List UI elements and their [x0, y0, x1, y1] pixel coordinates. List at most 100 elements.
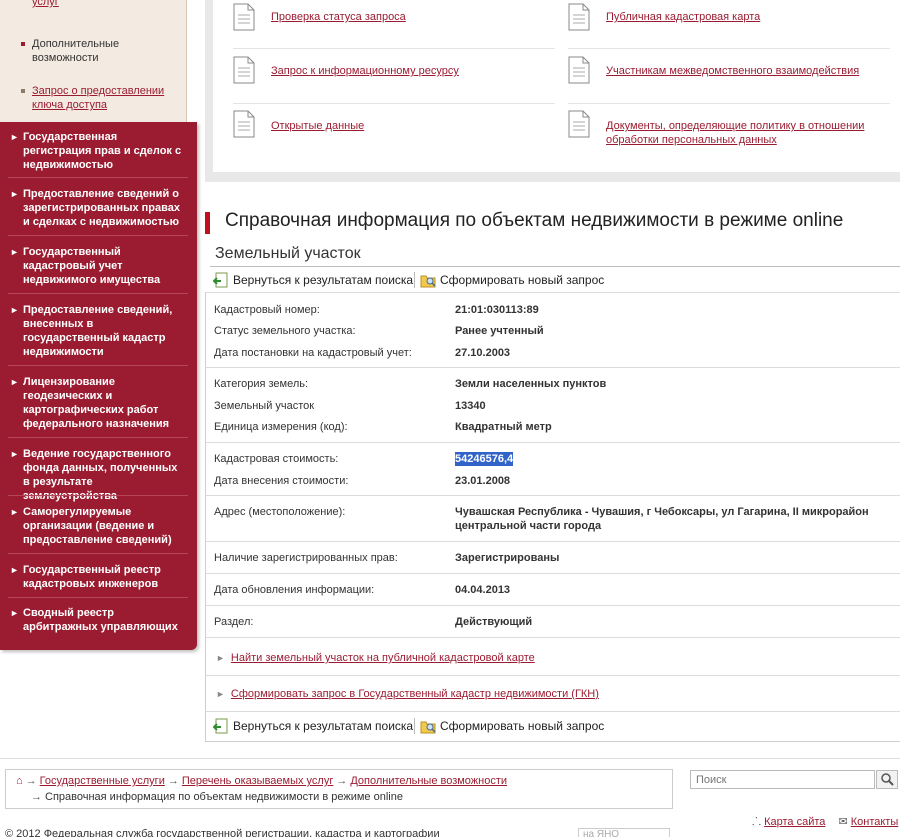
- breadcrumb-item-services-list[interactable]: Перечень оказываемых услуг: [182, 775, 334, 787]
- chevron-right-icon: ►: [10, 565, 19, 575]
- bullet-icon: [21, 89, 25, 93]
- sitemap-icon: ⸫: [752, 816, 762, 828]
- find-on-public-map-link[interactable]: ► Найти земельный участок на публичной ка…: [216, 652, 535, 664]
- breadcrumb-current: → Справочная информация по объектам недви…: [31, 791, 403, 803]
- sidebar-sub-item-additional[interactable]: Дополнительные возможности: [20, 37, 180, 65]
- sidebar-item-cadastral-registration[interactable]: ► Государственный кадастровый учет недви…: [0, 245, 187, 287]
- breadcrumb-trail: ⌂ → Государственные услуги → Перечень оказыв…: [16, 775, 507, 787]
- divider: [8, 437, 188, 438]
- search-folder-icon: [420, 275, 436, 288]
- chevron-right-icon: ►: [10, 449, 19, 459]
- new-request-button-bottom[interactable]: Сформировать новый запрос: [420, 717, 604, 735]
- chevron-right-icon: ►: [10, 189, 19, 199]
- sidebar-submenu: услуг Дополнительные возможности Запрос …: [0, 0, 187, 122]
- address-value: Чувашская Республика - Чувашия, г Чебокс…: [455, 506, 869, 532]
- arrow-right-icon: →: [336, 775, 348, 787]
- new-request-button[interactable]: Сформировать новый запрос: [420, 271, 604, 289]
- document-icon: [233, 56, 255, 84]
- cadastral-value-selected[interactable]: 54246576,4: [455, 452, 514, 466]
- back-arrow-icon: [213, 718, 228, 734]
- copyright: © 2012 Федеральная служба государственно…: [5, 828, 440, 837]
- chevron-right-icon: ►: [10, 132, 19, 142]
- divider: [568, 48, 890, 49]
- breadcrumb-item-additional[interactable]: Дополнительные возможности: [350, 775, 507, 787]
- search-button[interactable]: [876, 770, 898, 789]
- divider: [233, 48, 555, 49]
- object-type-title: Земельный участок: [215, 245, 361, 262]
- divider: [206, 675, 900, 676]
- divider: [414, 272, 415, 288]
- sidebar-sub-top-link[interactable]: услуг: [32, 0, 59, 8]
- chevron-right-icon: ►: [10, 247, 19, 257]
- sitemap-link[interactable]: Карта сайта: [764, 816, 825, 828]
- divider: [206, 442, 900, 443]
- chevron-right-icon: ►: [10, 507, 19, 517]
- divider: [206, 541, 900, 542]
- divider: [8, 177, 188, 178]
- divider: [568, 103, 890, 104]
- breadcrumb: ⌂ → Государственные услуги → Перечень оказыв…: [5, 769, 673, 809]
- left-sidebar: услуг Дополнительные возможности Запрос …: [0, 0, 197, 650]
- document-icon: [568, 56, 590, 84]
- sidebar-item-registration[interactable]: ► Государственная регистрация прав и сде…: [0, 130, 187, 172]
- contacts-link[interactable]: Контакты: [851, 816, 899, 828]
- sidebar-nav: ► Государственная регистрация прав и сде…: [0, 122, 197, 650]
- search-input[interactable]: [690, 770, 875, 789]
- arrow-right-icon: →: [167, 775, 179, 787]
- cadastral-number: 21:01:030113:89: [455, 304, 539, 316]
- divider: [8, 553, 188, 554]
- divider: [210, 266, 900, 267]
- services-links-grid: Проверка статуса запроса Публичная кадас…: [213, 0, 900, 172]
- home-icon[interactable]: ⌂: [16, 775, 23, 787]
- search-icon: [881, 773, 894, 786]
- back-to-results-button-bottom[interactable]: Вернуться к результатам поиска: [213, 717, 413, 735]
- chevron-right-icon: ►: [216, 653, 225, 663]
- back-arrow-icon: [213, 272, 228, 288]
- divider: [8, 235, 188, 236]
- divider: [0, 758, 900, 759]
- document-icon: [233, 110, 255, 138]
- breadcrumb-item-gov-services[interactable]: Государственные услуги: [40, 775, 165, 787]
- arrow-right-icon: →: [25, 775, 37, 787]
- divider: [8, 293, 188, 294]
- divider: [206, 292, 900, 293]
- sidebar-item-sro[interactable]: ► Саморегулируемые организации (ведение …: [0, 505, 187, 547]
- back-to-results-button[interactable]: Вернуться к результатам поиска: [213, 271, 413, 289]
- sidebar-item-cadastre-info[interactable]: ► Предоставление сведений, внесенных в г…: [0, 303, 187, 359]
- divider: [206, 711, 900, 712]
- chevron-right-icon: ►: [10, 608, 19, 618]
- results-toolbar-bottom: Вернуться к результатам поиска Сформиров…: [213, 717, 900, 735]
- chevron-right-icon: ►: [216, 689, 225, 699]
- sidebar-item-engineers-registry[interactable]: ► Государственный реестр кадастровых инж…: [0, 563, 187, 591]
- arrow-right-icon: →: [31, 791, 42, 803]
- results-toolbar-top: Вернуться к результатам поиска Сформиров…: [213, 271, 900, 289]
- divider: [206, 367, 900, 368]
- sidebar-item-licensing[interactable]: ► Лицензирование геодезических и картогр…: [0, 375, 187, 431]
- divider: [414, 718, 415, 734]
- divider: [206, 573, 900, 574]
- sidebar-item-managers-registry[interactable]: ► Сводный реестр арбитражных управляющих: [0, 606, 187, 634]
- footer-links: ⸫ Карта сайта ✉ Контакты: [752, 814, 898, 829]
- chevron-right-icon: ►: [10, 305, 19, 315]
- document-icon: [233, 3, 255, 31]
- divider: [8, 495, 188, 496]
- gkn-request-link[interactable]: ► Сформировать запрос в Государственный к…: [216, 688, 599, 700]
- divider: [206, 637, 900, 638]
- property-details-panel: Кадастровый номер: 21:01:030113:89 Стату…: [205, 292, 900, 742]
- document-icon: [568, 3, 590, 31]
- sidebar-sub-item-access-key[interactable]: Запрос о предоставлении ключа доступа: [20, 84, 180, 112]
- mail-icon: ✉: [838, 816, 848, 828]
- main-content: Справочная информация по объектам недвиж…: [205, 182, 900, 742]
- bullet-icon: [21, 42, 25, 46]
- footer-input-box[interactable]: на ЯНО: [578, 828, 670, 837]
- page-title: Справочная информация по объектам недвиж…: [225, 210, 844, 231]
- sidebar-item-rights-info[interactable]: ► Предоставление сведений о зарегистриро…: [0, 187, 187, 229]
- services-links-panel: Проверка статуса запроса Публичная кадас…: [205, 0, 900, 182]
- divider: [206, 495, 900, 496]
- divider: [8, 597, 188, 598]
- divider: [8, 365, 188, 366]
- document-icon: [568, 110, 590, 138]
- search-folder-icon: [420, 721, 436, 734]
- divider: [233, 103, 555, 104]
- chevron-right-icon: ►: [10, 377, 19, 387]
